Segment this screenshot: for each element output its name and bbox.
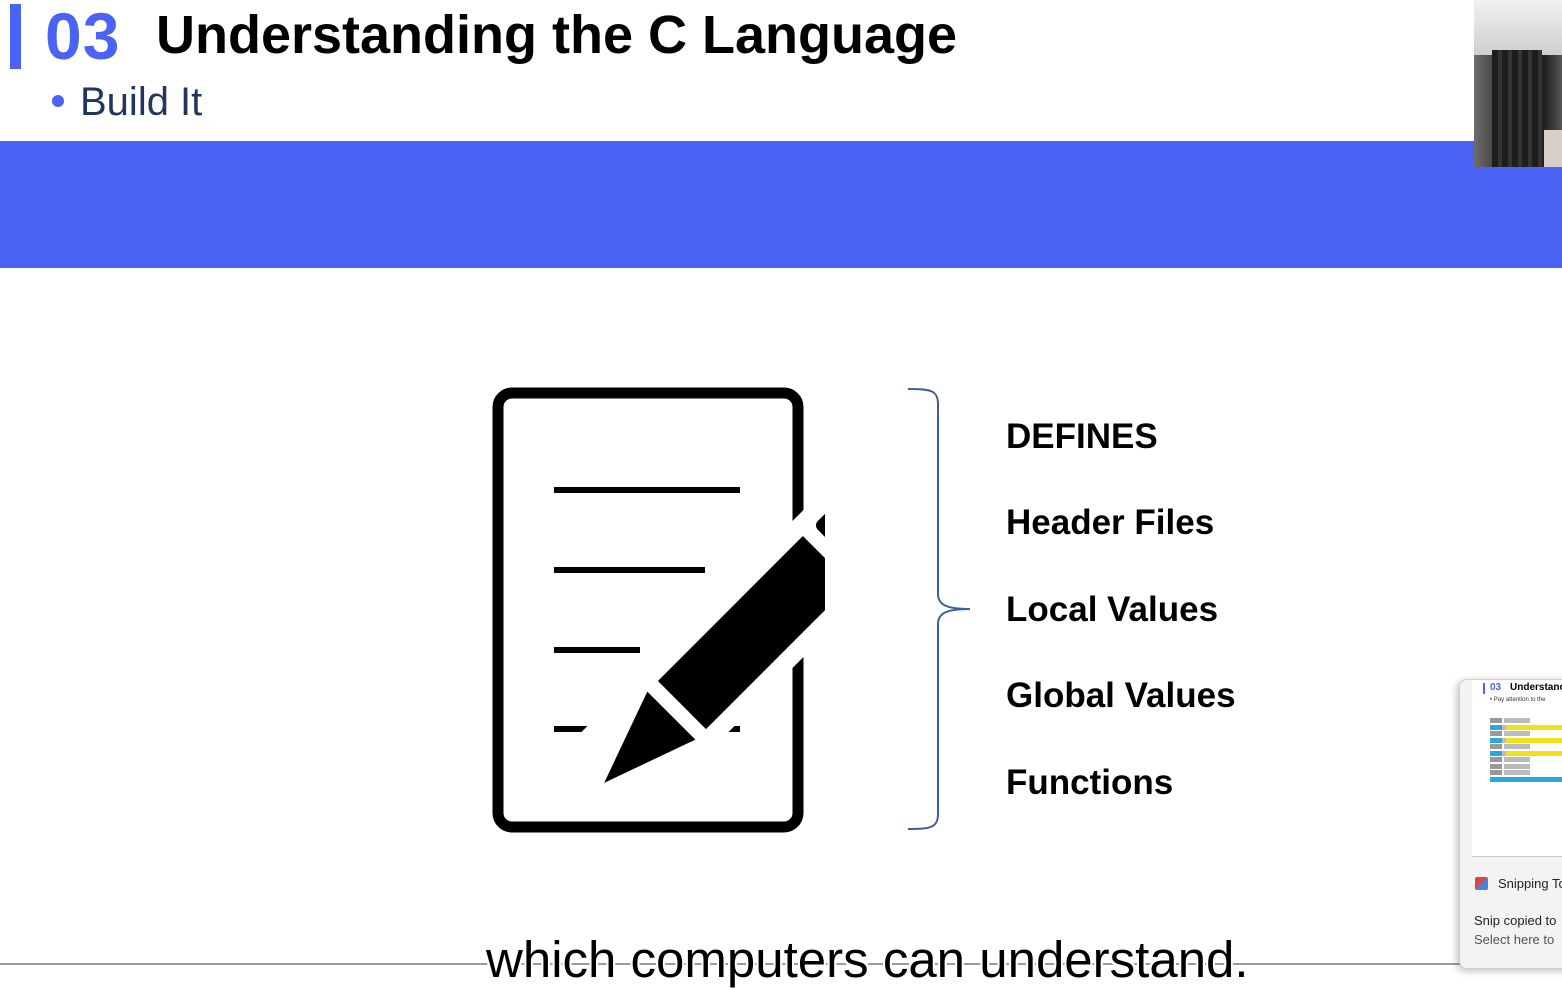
snipping-tool-icon [1475,877,1488,890]
slide-title: Understanding the C Language [156,5,958,65]
document-pencil-icon [485,382,928,842]
notification-action-hint[interactable]: Select here to [1474,932,1554,947]
thumbnail-title: Understanc [1510,682,1562,693]
list-item-local-values: Local Values [1006,590,1219,629]
thumbnail-code-preview [1490,718,1562,782]
list-item-defines: DEFINES [1006,417,1158,456]
pipeline-text: Source Code -> Compile -> Assemble -> Li… [277,329,1519,364]
notification-message: Snip copied to [1474,913,1557,928]
webcam-overlay [1474,0,1562,167]
right-brace [900,384,980,839]
section-accent-bar [10,4,21,69]
list-item-functions: Functions [1006,763,1174,802]
thumbnail-section-number: 03 [1490,682,1502,693]
thumbnail-subtitle: • Pay attention to the [1490,697,1546,703]
list-item-global-values: Global Values [1006,676,1236,715]
list-item-header-files: Header Files [1006,503,1215,542]
snip-thumbnail[interactable]: 03 Understanc • Pay attention to the [1472,680,1562,857]
pipeline-banner: Source Code -> Compile -> Assemble -> Li… [0,141,1562,364]
video-subtitle: which computers can understand. [486,931,1249,988]
bullet-dot-icon [52,95,64,107]
slide-bullet: Build It [80,80,203,124]
section-number: 03 [45,0,121,73]
snipping-tool-notification[interactable]: 03 Understanc • Pay attention to the Sni… [1459,679,1562,969]
notification-app-name: Snipping To [1498,876,1562,891]
